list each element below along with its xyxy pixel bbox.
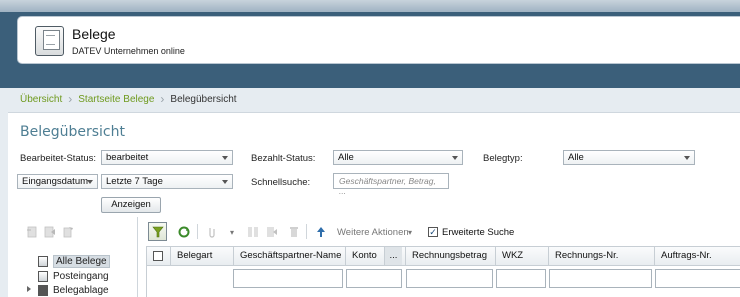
refresh-icon[interactable]: [178, 226, 190, 238]
attachment-icon[interactable]: [206, 226, 218, 238]
binder-icon: [38, 285, 48, 296]
tree-item-label: Alle Belege: [53, 255, 110, 268]
edit-folder-icon[interactable]: [62, 226, 74, 238]
filter-konto-input[interactable]: [346, 269, 402, 288]
documents-icon: [38, 256, 48, 267]
tree-item-label: Posteingang: [53, 271, 109, 282]
chevron-down-icon[interactable]: ▾: [230, 228, 234, 237]
document-app-icon: [35, 26, 64, 56]
bezahlt-status-value: Alle: [338, 152, 354, 163]
column-rechnungs-nr[interactable]: Rechnungs-Nr.: [549, 247, 655, 266]
tree-item-belegablage[interactable]: Belegablage: [27, 284, 109, 297]
select-all-checkbox[interactable]: [153, 251, 163, 261]
column-rechnungsbetrag[interactable]: Rechnungsbetrag: [406, 247, 496, 266]
toolbar-separator: [306, 224, 307, 239]
filter-auftrags-nr-input[interactable]: [655, 269, 740, 288]
extended-search-label[interactable]: Erweiterte Suche: [442, 227, 514, 238]
grid-toolbar: ▾ Weitere Aktionen ▾ ✓ Erweiterte Suche: [148, 222, 740, 242]
breadcrumb-bar: Übersicht › Startseite Belege › Belegübe…: [8, 88, 740, 106]
move-folder-icon[interactable]: [44, 226, 56, 238]
dropdown-arrow-icon: [452, 156, 458, 160]
dropdown-arrow-icon: [222, 156, 228, 160]
column-auftrags-nr[interactable]: Auftrags-Nr.: [655, 247, 740, 266]
inbox-icon: [38, 271, 48, 282]
tree-toolbar: [26, 226, 74, 238]
more-actions-menu[interactable]: Weitere Aktionen: [337, 227, 409, 238]
page-title: Belegübersicht: [20, 124, 125, 140]
schnellsuche-label: Schnellsuche:: [251, 177, 311, 188]
column-menu-button[interactable]: ...: [384, 247, 402, 265]
column-geschaeftspartner[interactable]: Geschäftspartner-Name: [234, 247, 346, 266]
konto-label: Konto: [352, 250, 377, 261]
expand-arrow-icon[interactable]: [27, 286, 31, 292]
filter-wkz-input[interactable]: [496, 269, 546, 288]
table-header: Belegart Geschäftspartner-Name Konto ...…: [147, 247, 740, 266]
schnellsuche-input[interactable]: Geschäftspartner, Betrag, ...: [333, 173, 449, 196]
dropdown-arrow-icon: [87, 180, 93, 184]
belegtyp-value: Alle: [568, 152, 584, 163]
dropdown-arrow-icon: [222, 180, 228, 184]
app-frame: Belege DATEV Unternehmen online: [0, 0, 740, 88]
column-belegart[interactable]: Belegart: [171, 247, 234, 266]
select-all-column: [147, 247, 171, 266]
bearbeitet-status-select[interactable]: bearbeitet: [101, 150, 233, 165]
filter-row: [147, 266, 740, 292]
split-document-icon[interactable]: [247, 226, 259, 238]
date-field-value: Eingangsdatum: [22, 176, 89, 187]
chevron-right-icon: ›: [160, 92, 165, 106]
breadcrumb-link-startseite-belege[interactable]: Startseite Belege: [78, 94, 154, 105]
panel-divider: [137, 217, 138, 297]
tree-filter-icon: [152, 226, 164, 238]
filter-toggle-button[interactable]: [148, 222, 167, 241]
belegtyp-label: Belegtyp:: [483, 153, 523, 164]
date-field-select[interactable]: Eingangsdatum: [17, 174, 98, 189]
date-range-value: Letzte 7 Tage: [106, 176, 163, 187]
frame-shine: [0, 0, 740, 12]
chevron-down-icon[interactable]: ▾: [408, 228, 412, 237]
move-document-icon[interactable]: [266, 226, 278, 238]
bezahlt-status-label: Bezahlt-Status:: [251, 153, 316, 164]
chevron-right-icon: ›: [68, 92, 73, 106]
dropdown-arrow-icon: [684, 156, 690, 160]
app-header: Belege DATEV Unternehmen online: [17, 16, 740, 64]
tree-item-alle-belege[interactable]: Alle Belege: [38, 255, 110, 268]
breadcrumb-current: Belegübersicht: [170, 93, 237, 105]
show-button[interactable]: Anzeigen: [101, 197, 161, 213]
extended-search-checkbox[interactable]: ✓: [428, 227, 438, 237]
column-wkz[interactable]: WKZ: [496, 247, 549, 266]
toolbar-separator: [197, 224, 198, 239]
breadcrumb: Übersicht › Startseite Belege › Belegübe…: [20, 92, 237, 106]
app-subtitle: DATEV Unternehmen online: [72, 46, 185, 56]
upload-arrow-icon[interactable]: [315, 226, 327, 238]
filter-rechnungs-nr-input[interactable]: [549, 269, 652, 288]
documents-table: Belegart Geschäftspartner-Name Konto ...…: [146, 246, 740, 297]
bezahlt-status-select[interactable]: Alle: [333, 150, 463, 165]
date-range-select[interactable]: Letzte 7 Tage: [101, 174, 233, 189]
bearbeitet-status-value: bearbeitet: [106, 152, 149, 163]
app-title: Belege: [72, 26, 116, 42]
trash-icon[interactable]: [288, 226, 300, 238]
filter-rechnungsbetrag-input[interactable]: [406, 269, 493, 288]
tree-item-posteingang[interactable]: Posteingang: [38, 270, 109, 283]
tree-item-label: Belegablage: [53, 285, 109, 296]
breadcrumb-link-uebersicht[interactable]: Übersicht: [20, 94, 62, 105]
column-konto[interactable]: Konto ...: [346, 247, 406, 266]
belegtyp-select[interactable]: Alle: [563, 150, 695, 165]
bearbeitet-status-label: Bearbeitet-Status:: [20, 153, 97, 164]
filter-geschaeftspartner-input[interactable]: [233, 269, 343, 288]
add-folder-icon[interactable]: [26, 226, 38, 238]
